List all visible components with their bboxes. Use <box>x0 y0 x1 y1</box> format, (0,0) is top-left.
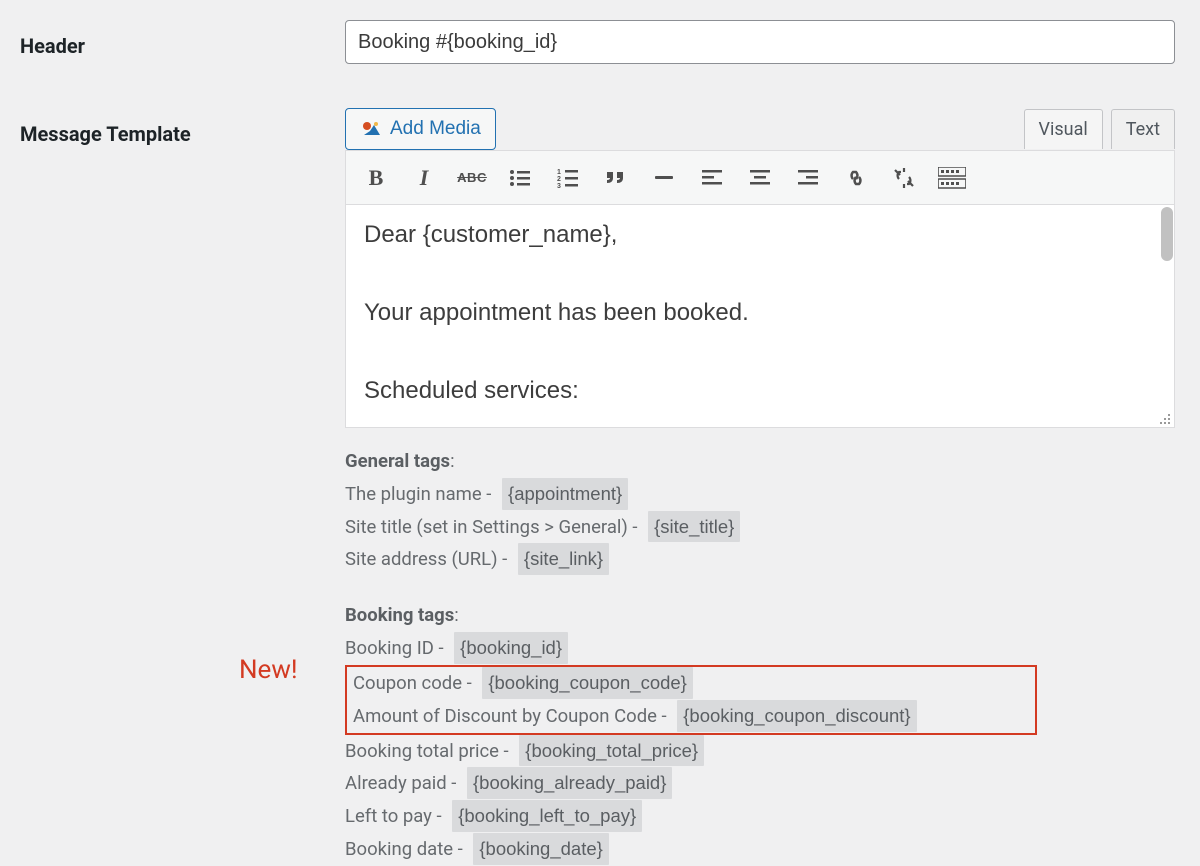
media-icon <box>360 119 382 139</box>
tag-token: {booking_left_to_pay} <box>452 800 642 832</box>
new-tags-highlight: Coupon code - {booking_coupon_code} Amou… <box>345 665 1037 735</box>
resize-grip-icon[interactable] <box>1158 411 1172 425</box>
editor-tabs: Visual Text <box>1024 109 1175 149</box>
blockquote-button[interactable] <box>602 164 630 192</box>
editor-line: Your appointment has been booked. <box>364 299 1156 327</box>
editor-line: Scheduled services: <box>364 377 1156 405</box>
add-media-label: Add Media <box>390 118 481 140</box>
unlink-button[interactable] <box>890 164 918 192</box>
align-left-button[interactable] <box>698 164 726 192</box>
tag-label: Booking date - <box>345 838 467 860</box>
tag-label: Booking ID - <box>345 637 448 659</box>
tag-token: {booking_coupon_discount} <box>677 700 916 732</box>
tag-token: {site_link} <box>518 543 609 575</box>
horizontal-rule-button[interactable] <box>650 164 678 192</box>
booking-tags-heading: Booking tags <box>345 604 454 626</box>
align-right-button[interactable] <box>794 164 822 192</box>
strikethrough-button[interactable]: ABC <box>458 164 486 192</box>
tab-text[interactable]: Text <box>1111 109 1175 149</box>
message-template-label: Message Template <box>20 108 345 146</box>
svg-text:3: 3 <box>557 183 561 188</box>
numbered-list-button[interactable]: 123 <box>554 164 582 192</box>
new-badge: New! <box>239 648 298 693</box>
tag-token: {booking_total_price} <box>519 735 704 767</box>
align-center-button[interactable] <box>746 164 774 192</box>
svg-text:1: 1 <box>557 169 561 176</box>
bullet-list-button[interactable] <box>506 164 534 192</box>
tag-token: {booking_date} <box>473 833 608 865</box>
tags-help: General tags: The plugin name - {appoint… <box>345 428 1175 866</box>
tab-visual[interactable]: Visual <box>1024 109 1103 149</box>
add-media-button[interactable]: Add Media <box>345 108 496 150</box>
tag-label: Already paid - <box>345 772 461 794</box>
tag-token: {booking_already_paid} <box>467 767 672 799</box>
general-tags-heading: General tags <box>345 450 450 472</box>
tag-label: Coupon code - <box>353 672 476 694</box>
tag-token: {booking_coupon_code} <box>482 667 693 699</box>
editor-content[interactable]: Dear {customer_name}, Your appointment h… <box>346 205 1174 427</box>
rich-editor: B I ABC 123 <box>345 150 1175 428</box>
tag-label: Site address (URL) - <box>345 548 512 570</box>
tag-label: Left to pay - <box>345 805 446 827</box>
toolbar-toggle-button[interactable] <box>938 164 966 192</box>
tag-label: Site title (set in Settings > General) - <box>345 516 642 538</box>
header-row: Header <box>20 20 1180 64</box>
header-input[interactable] <box>345 20 1175 64</box>
tag-token: {booking_id} <box>454 632 568 664</box>
italic-button[interactable]: I <box>410 164 438 192</box>
tag-label: Booking total price - <box>345 740 513 762</box>
tag-token: {site_title} <box>648 511 740 543</box>
tag-label: The plugin name - <box>345 483 496 505</box>
editor-toolbar: B I ABC 123 <box>346 151 1174 205</box>
editor-scrollbar[interactable] <box>1161 207 1173 261</box>
tag-label: Amount of Discount by Coupon Code - <box>353 705 671 727</box>
message-template-row: Message Template Add Media Visual Tex <box>20 108 1180 866</box>
svg-text:2: 2 <box>557 176 561 183</box>
editor-line: Dear {customer_name}, <box>364 221 1156 249</box>
header-label: Header <box>20 20 345 58</box>
tag-token: {appointment} <box>502 478 628 510</box>
link-button[interactable] <box>842 164 870 192</box>
bold-button[interactable]: B <box>362 164 390 192</box>
